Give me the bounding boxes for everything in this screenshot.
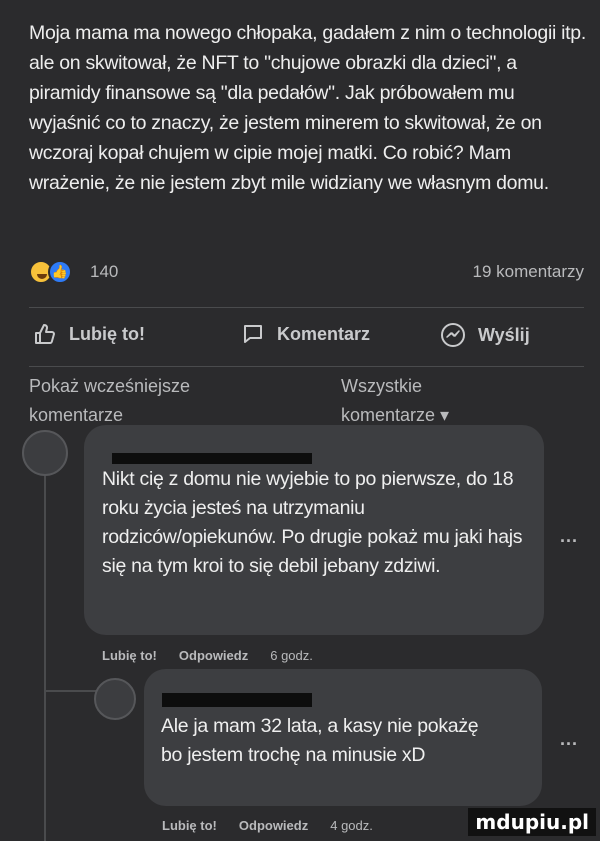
comment-meta: Lubię to! Odpowiedz 6 godz. [102,648,335,663]
all-comments-filter[interactable]: Wszystkie komentarze ▾ [341,372,511,430]
comment-like-link[interactable]: Lubię to! [162,818,217,833]
comment-like-link[interactable]: Lubię to! [102,648,157,663]
comment-meta: Lubię to! Odpowiedz 4 godz. [162,818,395,833]
show-earlier-comments[interactable]: Pokaż wcześniejsze komentarze [29,372,269,430]
comment-time: 4 godz. [330,818,373,833]
comment-count[interactable]: 19 komentarzy [473,262,585,282]
more-options-button[interactable]: ... [560,729,578,750]
comment-reply-link[interactable]: Odpowiedz [179,648,248,663]
post-stats: 👍 140 19 komentarzy [29,260,584,288]
post-actions: Lubię to! Komentarz Wyślij [29,322,584,356]
thread-line [44,470,46,841]
comment-text: Ale ja mam 32 lata, a kasy nie pokażę bo… [161,715,479,766]
redacted-author [162,693,312,707]
divider [29,366,584,367]
more-options-button[interactable]: ... [560,526,578,547]
comment-button-label: Komentarz [277,323,371,344]
send-button-label: Wyślij [478,324,530,345]
comment-reply-link[interactable]: Odpowiedz [239,818,308,833]
avatar[interactable] [22,430,68,476]
comment-button[interactable]: Komentarz [241,322,370,346]
like-button[interactable]: Lubię to! [33,322,145,346]
reaction-count: 140 [90,262,119,281]
comment-text: Nikt cię z domu nie wyjebie to po pierws… [102,468,523,577]
avatar[interactable] [94,678,136,720]
thumbs-up-icon [35,324,55,344]
post-text: Moja mama ma nowego chłopaka, gadałem z … [29,22,586,194]
divider [29,307,584,308]
comment-bubble: Nikt cię z domu nie wyjebie to po pierws… [84,425,544,635]
comment-bubble: Ale ja mam 32 lata, a kasy nie pokażę bo… [144,669,542,806]
comment-icon [244,325,262,343]
like-reaction-icon: 👍 [48,260,72,284]
reactions[interactable]: 👍 140 [29,260,118,284]
comment-time: 6 godz. [270,648,313,663]
redacted-author [112,453,312,464]
messenger-icon [441,323,465,347]
like-button-label: Lubię to! [69,323,145,344]
watermark: mdupiu.pl [468,808,596,836]
send-button[interactable]: Wyślij [440,322,530,348]
